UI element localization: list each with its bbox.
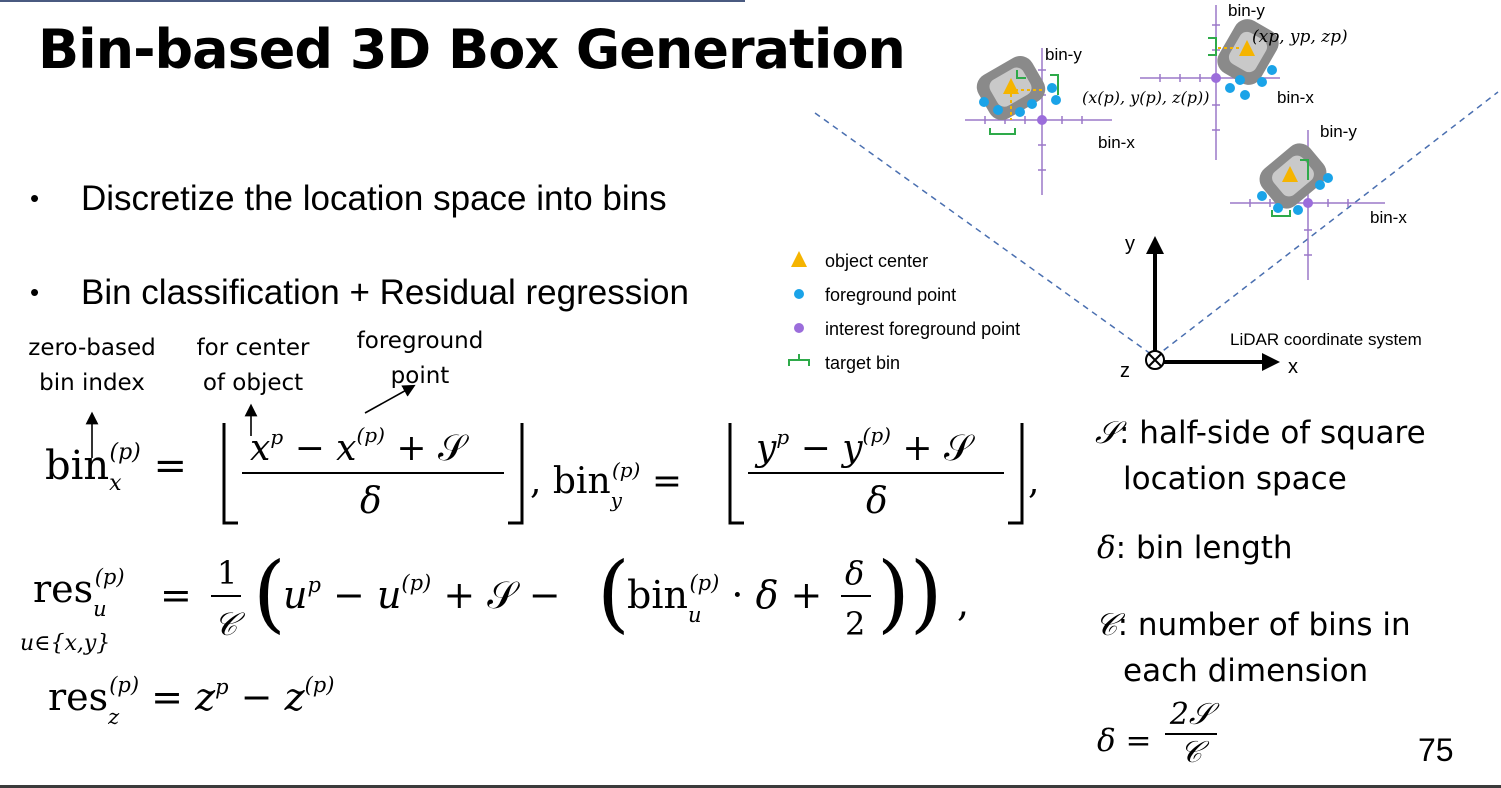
comma: , bbox=[1028, 461, 1039, 502]
arrow-to-foreground bbox=[364, 384, 416, 414]
floor-left-bracket bbox=[728, 423, 744, 525]
definition-text: : number of bins in bbox=[1117, 607, 1411, 643]
label-bin-x: bin-x bbox=[1277, 88, 1314, 107]
denominator-delta: δ bbox=[866, 481, 888, 522]
numerator-x: xp − x(p) + 𝒮 bbox=[250, 423, 469, 469]
axis-x-label: x bbox=[1288, 356, 1298, 378]
definition-text: each dimension bbox=[1123, 653, 1369, 689]
comma: , bbox=[957, 581, 969, 625]
interest-point bbox=[1211, 73, 1221, 83]
definition-text: location space bbox=[1123, 461, 1347, 497]
label-bin-y: bin-y bbox=[1045, 45, 1082, 64]
bin-diagram: bin-y bin-x (x(p), y(p), z(p)) bin-y bin… bbox=[814, 1, 1499, 382]
label-bin-y: bin-y bbox=[1320, 122, 1357, 141]
symbol-delta: δ bbox=[1097, 530, 1116, 566]
symbol-S: 𝒮 bbox=[1095, 415, 1119, 451]
equation-bin-x-lhs: binx(p) = bbox=[45, 440, 187, 496]
definition-C: 𝒞: number of bins in each dimension bbox=[1095, 602, 1411, 694]
interest-point bbox=[1303, 198, 1313, 208]
equation-residual-uv: resu(p) u∈{x,y} = 1 𝒞 ( up − u(p) + 𝒮 − … bbox=[20, 544, 969, 656]
equation-bin-fractions: xp − x(p) + 𝒮 δ , biny(p) = yp − y(p) + … bbox=[222, 423, 1039, 525]
definition-text: : bin length bbox=[1115, 530, 1293, 566]
annotation-arrows bbox=[85, 384, 416, 458]
big-paren: ( bbox=[253, 544, 286, 642]
lidar-axes bbox=[1145, 236, 1280, 371]
axis-y-label: y bbox=[1125, 233, 1135, 255]
floor-right-bracket bbox=[508, 423, 524, 525]
relation-fraction: 2𝒮 𝒞 bbox=[1165, 697, 1217, 771]
fraction-two: 2 bbox=[845, 605, 865, 643]
label-bin-x: bin-x bbox=[1370, 208, 1407, 227]
numerator-y: yp − y(p) + 𝒮 bbox=[754, 423, 975, 469]
equals-sign: = bbox=[160, 573, 192, 617]
arrow-right-icon bbox=[1262, 353, 1280, 371]
target-bin-bracket bbox=[1208, 37, 1217, 56]
definition-delta: δ: bin length bbox=[1097, 525, 1293, 571]
relation-lhs-text: δ = bbox=[1097, 723, 1152, 759]
floor-left-bracket bbox=[222, 423, 238, 525]
res-u-lhs: resu(p) bbox=[33, 565, 125, 621]
denominator-delta: δ bbox=[360, 481, 382, 522]
definition-text: : half-side of square bbox=[1119, 415, 1426, 451]
big-paren: ( bbox=[597, 544, 630, 642]
res-u-expression: up − u(p) + 𝒮 − bbox=[283, 571, 561, 617]
coord-system-label: LiDAR coordinate system bbox=[1230, 330, 1422, 349]
res-z-lhs: resz(p) = zp − z(p) bbox=[48, 673, 334, 729]
fraction-delta: δ bbox=[845, 554, 864, 592]
relation-denominator: 𝒞 bbox=[1165, 733, 1217, 771]
big-paren: )) bbox=[877, 544, 943, 642]
definition-S: 𝒮: half-side of square location space bbox=[1095, 410, 1426, 502]
label-point-p: (x(p), y(p), z(p)) bbox=[1082, 88, 1210, 107]
target-bin-bracket bbox=[989, 128, 1016, 135]
symbol-C: 𝒞 bbox=[1095, 607, 1118, 643]
arrow-up-icon bbox=[1146, 236, 1164, 254]
fraction-C: 𝒞 bbox=[214, 605, 246, 643]
relation-lhs: δ = bbox=[1097, 718, 1152, 764]
bin-u-term: binu(p) · δ + bbox=[627, 571, 822, 627]
res-u-domain: u∈{x,y} bbox=[20, 631, 110, 656]
fraction-one: 1 bbox=[217, 554, 237, 592]
bin-y-lhs: , biny(p) = bbox=[530, 458, 682, 512]
floor-right-bracket bbox=[1008, 423, 1024, 525]
interest-point bbox=[1037, 115, 1047, 125]
label-bin-x: bin-x bbox=[1098, 133, 1135, 152]
label-point-p-gt: (xp, yp, zp) bbox=[1252, 27, 1348, 47]
relation-numerator: 2𝒮 bbox=[1169, 697, 1213, 732]
page-number: 75 bbox=[1418, 732, 1454, 768]
axis-z-label: z bbox=[1120, 360, 1130, 382]
label-bin-y: bin-y bbox=[1228, 1, 1265, 20]
equation-residual-z: resz(p) = zp − z(p) bbox=[48, 673, 334, 729]
